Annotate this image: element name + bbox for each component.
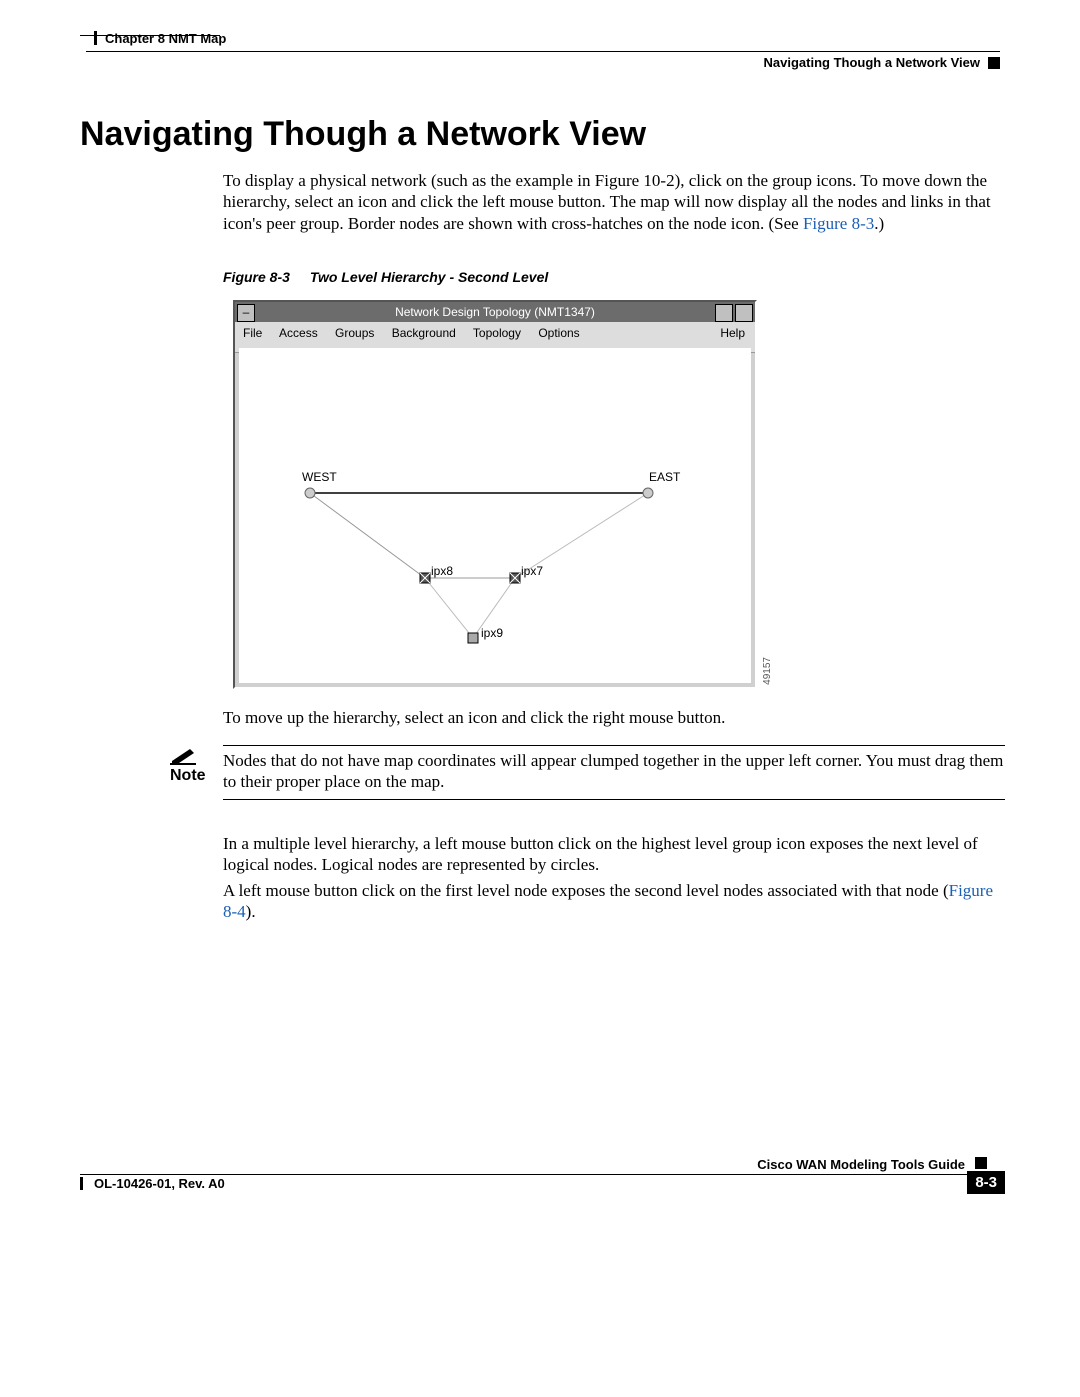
window-title-bar: – Network Design Topology (NMT1347) (235, 302, 755, 322)
menu-help[interactable]: Help (720, 326, 745, 340)
paragraph-second-level: A left mouse button click on the first l… (223, 880, 1003, 923)
note-label: Note (170, 767, 206, 785)
node-ipx8-label: ipx8 (431, 564, 453, 578)
chapter-breadcrumb: Chapter 8 NMT Map (94, 31, 226, 46)
note-text: Nodes that do not have map coordinates w… (223, 750, 1005, 800)
note-block: Note Nodes that do not have map coordina… (170, 745, 1005, 800)
figure-window: – Network Design Topology (NMT1347) File… (233, 300, 757, 689)
paragraph-hierarchy: In a multiple level hierarchy, a left mo… (223, 833, 1003, 876)
page-footer: Cisco WAN Modeling Tools Guide OL-10426-… (80, 1157, 1005, 1207)
footer-bar-icon (80, 1177, 83, 1190)
maximize-icon[interactable] (735, 304, 753, 322)
node-west-label: WEST (302, 470, 337, 484)
figure-id: 49157 (762, 657, 773, 685)
intro-paragraph: To display a physical network (such as t… (223, 170, 1003, 234)
figure-8-3-link[interactable]: Figure 8-3 (803, 214, 874, 233)
header-bar-icon (94, 31, 97, 45)
minimize-icon[interactable] (715, 304, 733, 322)
menu-groups[interactable]: Groups (335, 326, 374, 340)
figure-caption: Figure 8-3Two Level Hierarchy - Second L… (223, 269, 548, 285)
topology-canvas[interactable]: WEST EAST ipx8 ipx7 ipx9 (239, 348, 751, 683)
menu-file[interactable]: File (243, 326, 262, 340)
footer-doc-id: OL-10426-01, Rev. A0 (94, 1176, 225, 1191)
paragraph-move-up: To move up the hierarchy, select an icon… (223, 707, 1003, 728)
node-ipx7-label: ipx7 (521, 564, 543, 578)
page-number: 8-3 (967, 1171, 1005, 1194)
node-ipx9-label: ipx9 (481, 626, 503, 640)
header-square-icon (988, 57, 1000, 69)
menu-access[interactable]: Access (279, 326, 318, 340)
system-menu-icon[interactable]: – (237, 304, 255, 322)
footer-book-title: Cisco WAN Modeling Tools Guide (757, 1157, 965, 1172)
node-east-label: EAST (649, 470, 680, 484)
menu-topology[interactable]: Topology (473, 326, 521, 340)
page-title: Navigating Though a Network View (80, 115, 646, 154)
menu-options[interactable]: Options (538, 326, 579, 340)
window-title: Network Design Topology (NMT1347) (395, 305, 595, 319)
footer-square-icon (975, 1157, 987, 1169)
section-breadcrumb: Navigating Though a Network View (764, 55, 1000, 70)
menu-background[interactable]: Background (392, 326, 456, 340)
